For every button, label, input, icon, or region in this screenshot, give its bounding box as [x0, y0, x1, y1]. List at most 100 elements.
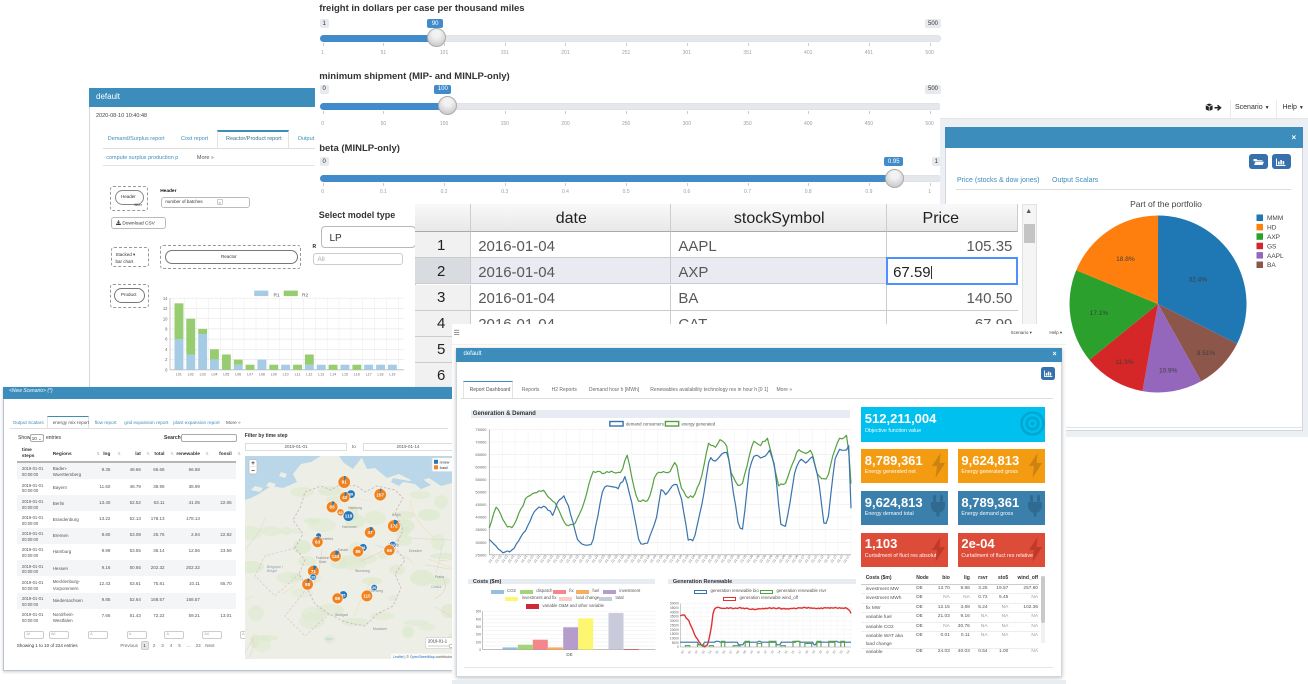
svg-text:renew: renew [439, 460, 449, 464]
svg-text:500: 500 [476, 610, 481, 614]
svg-text:15000: 15000 [670, 632, 679, 636]
svg-text:L19: L19 [389, 372, 395, 376]
svg-text:01-07: 01-07 [843, 554, 851, 563]
svg-text:08: 08 [735, 649, 740, 654]
svg-text:01: 01 [687, 649, 692, 654]
svg-text:6: 6 [165, 337, 168, 342]
svg-text:L11: L11 [295, 372, 301, 376]
svg-text:L02: L02 [188, 372, 194, 376]
svg-text:L17: L17 [366, 372, 372, 376]
svg-text:65000: 65000 [475, 452, 487, 457]
svg-text:L13: L13 [318, 372, 324, 376]
svg-text:L14: L14 [330, 372, 336, 376]
svg-text:115: 115 [363, 593, 371, 598]
svg-text:2: 2 [165, 357, 168, 362]
svg-text:03: 03 [701, 649, 706, 654]
svg-text:BA: BA [1267, 262, 1276, 269]
svg-text:R2: R2 [302, 292, 308, 298]
svg-text:32.4%: 32.4% [1189, 276, 1208, 283]
svg-text:04: 04 [707, 649, 712, 654]
svg-text:L01: L01 [176, 372, 182, 376]
svg-text:400: 400 [476, 617, 481, 621]
svg-text:65: 65 [329, 504, 335, 509]
svg-text:L05: L05 [223, 372, 229, 376]
svg-text:DE: DE [566, 652, 572, 657]
svg-text:L03: L03 [200, 372, 206, 376]
svg-text:Leaflet | © OpenStreetMap cont: Leaflet | © OpenStreetMap contributors, … [393, 655, 455, 659]
svg-text:L12: L12 [306, 372, 312, 376]
svg-text:Munchen: Munchen [373, 627, 387, 631]
svg-text:2019-01-1: 2019-01-1 [428, 638, 448, 643]
svg-text:Wurzburg: Wurzburg [355, 569, 370, 573]
svg-text:Part of the portfolio: Part of the portfolio [1130, 199, 1202, 209]
svg-text:100: 100 [476, 640, 481, 644]
svg-text:50000: 50000 [670, 602, 679, 606]
svg-text:L07: L07 [247, 372, 253, 376]
svg-text:L06: L06 [235, 372, 241, 376]
svg-text:45000: 45000 [475, 502, 487, 507]
svg-text:demand consumers: demand consumers [626, 422, 664, 427]
svg-text:29: 29 [311, 576, 315, 580]
svg-text:06: 06 [721, 649, 726, 654]
svg-text:75000: 75000 [475, 427, 487, 432]
svg-text:35000: 35000 [670, 615, 679, 619]
svg-text:42: 42 [342, 495, 348, 500]
svg-text:Praha: Praha [435, 575, 444, 579]
svg-text:17.1%: 17.1% [1090, 310, 1109, 317]
svg-text:66: 66 [387, 548, 393, 553]
svg-text:20000: 20000 [670, 628, 679, 632]
svg-text:63: 63 [315, 539, 321, 544]
svg-text:AXP: AXP [1267, 234, 1280, 241]
svg-text:118: 118 [345, 514, 353, 519]
svg-text:88: 88 [305, 582, 311, 587]
svg-text:L18: L18 [378, 372, 384, 376]
svg-text:Hannover: Hannover [342, 525, 358, 529]
svg-text:22: 22 [832, 649, 837, 654]
svg-text:14: 14 [776, 649, 781, 654]
svg-text:300: 300 [476, 625, 481, 629]
svg-text:0: 0 [677, 645, 679, 649]
svg-text:Dresden: Dresden [409, 549, 422, 553]
svg-text:AAPL: AAPL [1267, 253, 1284, 260]
svg-text:GS: GS [1267, 243, 1277, 250]
svg-text:07: 07 [728, 649, 733, 654]
svg-text:68: 68 [335, 596, 341, 601]
svg-text:18.8%: 18.8% [1116, 256, 1135, 263]
svg-text:50000: 50000 [475, 490, 487, 495]
svg-text:40000: 40000 [475, 515, 487, 520]
svg-text:10: 10 [749, 649, 754, 654]
svg-text:55000: 55000 [475, 477, 487, 482]
svg-text:Ceska: Ceska [431, 585, 441, 589]
svg-text:Main: Main [319, 560, 326, 564]
svg-text:MMM: MMM [1267, 215, 1283, 222]
svg-text:30000: 30000 [475, 540, 487, 545]
svg-text:02: 02 [694, 649, 699, 654]
svg-text:134: 134 [331, 554, 339, 559]
svg-text:Hamburg: Hamburg [348, 506, 362, 510]
svg-text:200: 200 [476, 633, 481, 637]
svg-text:10: 10 [163, 316, 168, 321]
svg-text:12: 12 [163, 306, 168, 311]
svg-text:15: 15 [783, 649, 788, 654]
svg-text:Stuttgart: Stuttgart [335, 613, 348, 617]
svg-text:0: 0 [165, 367, 168, 372]
svg-text:14: 14 [163, 296, 168, 301]
svg-text:9.51%: 9.51% [1197, 350, 1216, 357]
svg-text:HD: HD [1267, 225, 1277, 232]
svg-text:R1: R1 [274, 292, 280, 298]
svg-text:L16: L16 [354, 372, 360, 376]
svg-text:10.9%: 10.9% [1159, 368, 1178, 375]
svg-text:23: 23 [839, 649, 844, 654]
svg-text:L10: L10 [283, 372, 289, 376]
svg-text:12: 12 [763, 649, 768, 654]
svg-text:L08: L08 [259, 372, 265, 376]
svg-text:L04: L04 [212, 372, 218, 376]
svg-text:26: 26 [372, 586, 376, 590]
svg-text:18: 18 [804, 649, 809, 654]
svg-text:0: 0 [479, 648, 481, 652]
svg-text:157: 157 [376, 492, 384, 497]
svg-text:11.3%: 11.3% [1116, 359, 1134, 366]
svg-text:L15: L15 [342, 372, 348, 376]
svg-text:70000: 70000 [475, 440, 487, 445]
svg-text:5000: 5000 [672, 641, 679, 645]
